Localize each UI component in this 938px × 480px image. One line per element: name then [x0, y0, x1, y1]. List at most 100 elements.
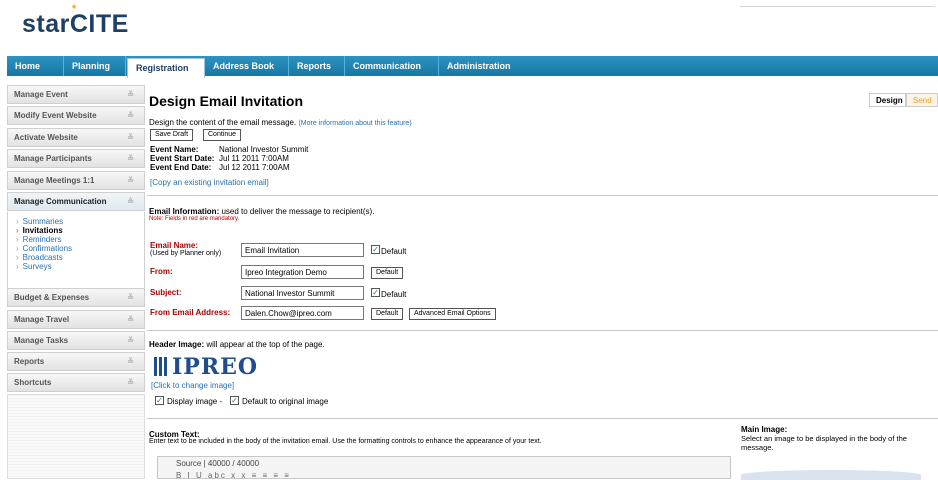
- sidebar-item-modify-event-website[interactable]: Modify Event Website ≚: [7, 106, 145, 125]
- default-name-checkbox[interactable]: ✓: [371, 245, 380, 254]
- subitem-label: Summaries: [22, 217, 64, 226]
- communication-subpanel: › Summaries › Invitations › Reminders › Conf…: [7, 212, 145, 288]
- default-original-label: Default to original image: [242, 397, 329, 406]
- sidebar-item-manage-meetings[interactable]: Manage Meetings 1:1 ≚: [7, 171, 145, 190]
- sidebar-item-shortcuts[interactable]: Shortcuts ≚: [7, 373, 145, 392]
- from-email-label: From Email Address:: [150, 308, 231, 317]
- bullet-icon: ›: [16, 262, 19, 271]
- section-divider: [147, 195, 938, 196]
- nav-tab-address-book[interactable]: Address Book: [205, 56, 289, 76]
- header-image-desc: will appear at the top of the page.: [204, 340, 325, 349]
- section-divider: [147, 330, 938, 331]
- from-input[interactable]: [241, 265, 364, 279]
- sidebar-item-manage-tasks[interactable]: Manage Tasks ≚: [7, 331, 145, 350]
- bullet-icon: ›: [16, 235, 19, 244]
- mandatory-note: Note: Fields in red are mandatory.: [149, 216, 240, 222]
- sidebar-item-budget-expenses[interactable]: Budget & Expenses ≚: [7, 288, 145, 307]
- advanced-email-options-button[interactable]: Advanced Email Options: [409, 308, 496, 320]
- email-info-heading: Email Information: used to deliver the m…: [149, 207, 374, 216]
- save-draft-button[interactable]: Save Draft: [150, 129, 194, 141]
- ipreo-logo-text: IPREO: [172, 354, 259, 380]
- sidebar-item-label: Activate Website: [14, 133, 78, 142]
- chevron-down-icon: ≚: [127, 133, 134, 142]
- email-name-sublabel: (Used by Planner only): [150, 250, 222, 257]
- sidebar-item-label: Manage Meetings 1:1: [14, 176, 95, 185]
- main-nav: Home Planning Registration Address Book …: [7, 56, 938, 78]
- nav-tab-home[interactable]: Home: [7, 56, 64, 76]
- chevron-down-icon: ≚: [127, 315, 134, 324]
- chevron-up-icon: ≙: [127, 197, 134, 206]
- change-image-link[interactable]: [Click to change image]: [151, 381, 234, 390]
- chevron-down-icon: ≚: [127, 378, 134, 387]
- sidebar-item-reports[interactable]: Reports ≚: [7, 352, 145, 371]
- sidebar-item-label: Manage Tasks: [14, 336, 69, 345]
- from-label: From:: [150, 267, 173, 276]
- sidebar-item-manage-event[interactable]: Manage Event ≚: [7, 85, 145, 104]
- subitem-surveys[interactable]: › Surveys: [16, 262, 52, 271]
- main-image-desc-1: Select an image to be displayed in the b…: [741, 434, 907, 443]
- subitem-label: Broadcasts: [22, 253, 63, 262]
- starcite-logo[interactable]: starCITE *: [22, 3, 129, 39]
- email-info-title: Email Information:: [149, 207, 220, 216]
- subitem-reminders[interactable]: › Reminders: [16, 235, 61, 244]
- intro-label: Design the content of the email message.: [149, 118, 297, 127]
- header-image-title: Header Image:: [149, 340, 205, 349]
- bullet-icon: ›: [16, 217, 19, 226]
- intro-text: Design the content of the email message.…: [149, 118, 412, 127]
- copy-invitation-link[interactable]: [Copy an existing invitation email]: [150, 178, 269, 187]
- chevron-down-icon: ≚: [127, 176, 134, 185]
- subitem-confirmations[interactable]: › Confirmations: [16, 244, 72, 253]
- event-start-value: Jul 11 2011 7:00AM: [219, 154, 289, 163]
- bullet-icon: ›: [16, 226, 19, 235]
- chevron-down-icon: ≚: [127, 336, 134, 345]
- chevron-down-icon: ≚: [127, 293, 134, 302]
- editor-toolbar[interactable]: Source | 40000 / 40000: [176, 459, 259, 468]
- nav-tab-administration[interactable]: Administration: [439, 56, 529, 76]
- top-divider: [740, 6, 935, 7]
- default-email-button[interactable]: Default: [371, 308, 404, 320]
- chevron-down-icon: ≚: [127, 90, 134, 99]
- sidebar-item-label: Modify Event Website: [14, 111, 97, 120]
- nav-tab-communication[interactable]: Communication: [345, 56, 439, 76]
- default-subject-checkbox[interactable]: ✓: [371, 288, 380, 297]
- custom-text-desc: Enter text to be included in the body of…: [149, 438, 542, 445]
- rich-text-editor[interactable]: Source | 40000 / 40000 B I U abc x x ≡ ≡…: [157, 456, 731, 480]
- sidebar-item-manage-communication[interactable]: Manage Communication ≙: [7, 192, 145, 211]
- default-from-button[interactable]: Default: [371, 267, 404, 279]
- subitem-invitations[interactable]: › Invitations: [16, 226, 63, 235]
- display-image-checkbox[interactable]: ✓: [155, 396, 164, 405]
- default-subject-label: Default: [381, 290, 407, 299]
- section-divider: [147, 418, 938, 419]
- nav-tab-planning[interactable]: Planning: [64, 56, 126, 76]
- nav-tab-registration[interactable]: Registration: [127, 58, 205, 78]
- from-email-input[interactable]: [241, 306, 364, 320]
- sidebar-item-label: Manage Travel: [14, 315, 70, 324]
- ipreo-logo-image[interactable]: IPREO: [154, 354, 258, 380]
- header-bar: starCITE *: [0, 0, 938, 54]
- sidebar-item-label: Manage Participants: [14, 154, 92, 163]
- tab-send[interactable]: Send: [906, 93, 938, 107]
- default-original-checkbox[interactable]: ✓: [230, 396, 239, 405]
- continue-button[interactable]: Continue: [203, 129, 242, 141]
- more-info-link[interactable]: (More information about this feature): [298, 120, 411, 127]
- subject-input[interactable]: [241, 286, 364, 300]
- nav-tab-reports[interactable]: Reports: [289, 56, 345, 76]
- email-name-input[interactable]: [241, 243, 364, 257]
- main-image-desc-2: message.: [741, 443, 774, 452]
- sidebar-item-manage-travel[interactable]: Manage Travel ≚: [7, 310, 145, 329]
- event-name-value: National Investor Summit: [219, 145, 309, 154]
- ipreo-bars-icon: [154, 357, 168, 376]
- chevron-down-icon: ≚: [127, 111, 134, 120]
- subitem-broadcasts[interactable]: › Broadcasts: [16, 253, 63, 262]
- email-name-label: Email Name:: [150, 241, 199, 250]
- sidebar-item-label: Budget & Expenses: [14, 293, 90, 302]
- tab-design[interactable]: Design: [869, 93, 906, 107]
- sidebar-item-label: Manage Communication: [14, 197, 107, 206]
- sidebar-item-activate-website[interactable]: Activate Website ≚: [7, 128, 145, 147]
- sidebar-item-manage-participants[interactable]: Manage Participants ≚: [7, 149, 145, 168]
- event-name-label: Event Name:: [150, 145, 199, 154]
- subject-label: Subject:: [150, 288, 182, 297]
- sidebar-item-label: Shortcuts: [14, 378, 52, 387]
- subitem-summaries[interactable]: › Summaries: [16, 217, 63, 226]
- bullet-icon: ›: [16, 253, 19, 262]
